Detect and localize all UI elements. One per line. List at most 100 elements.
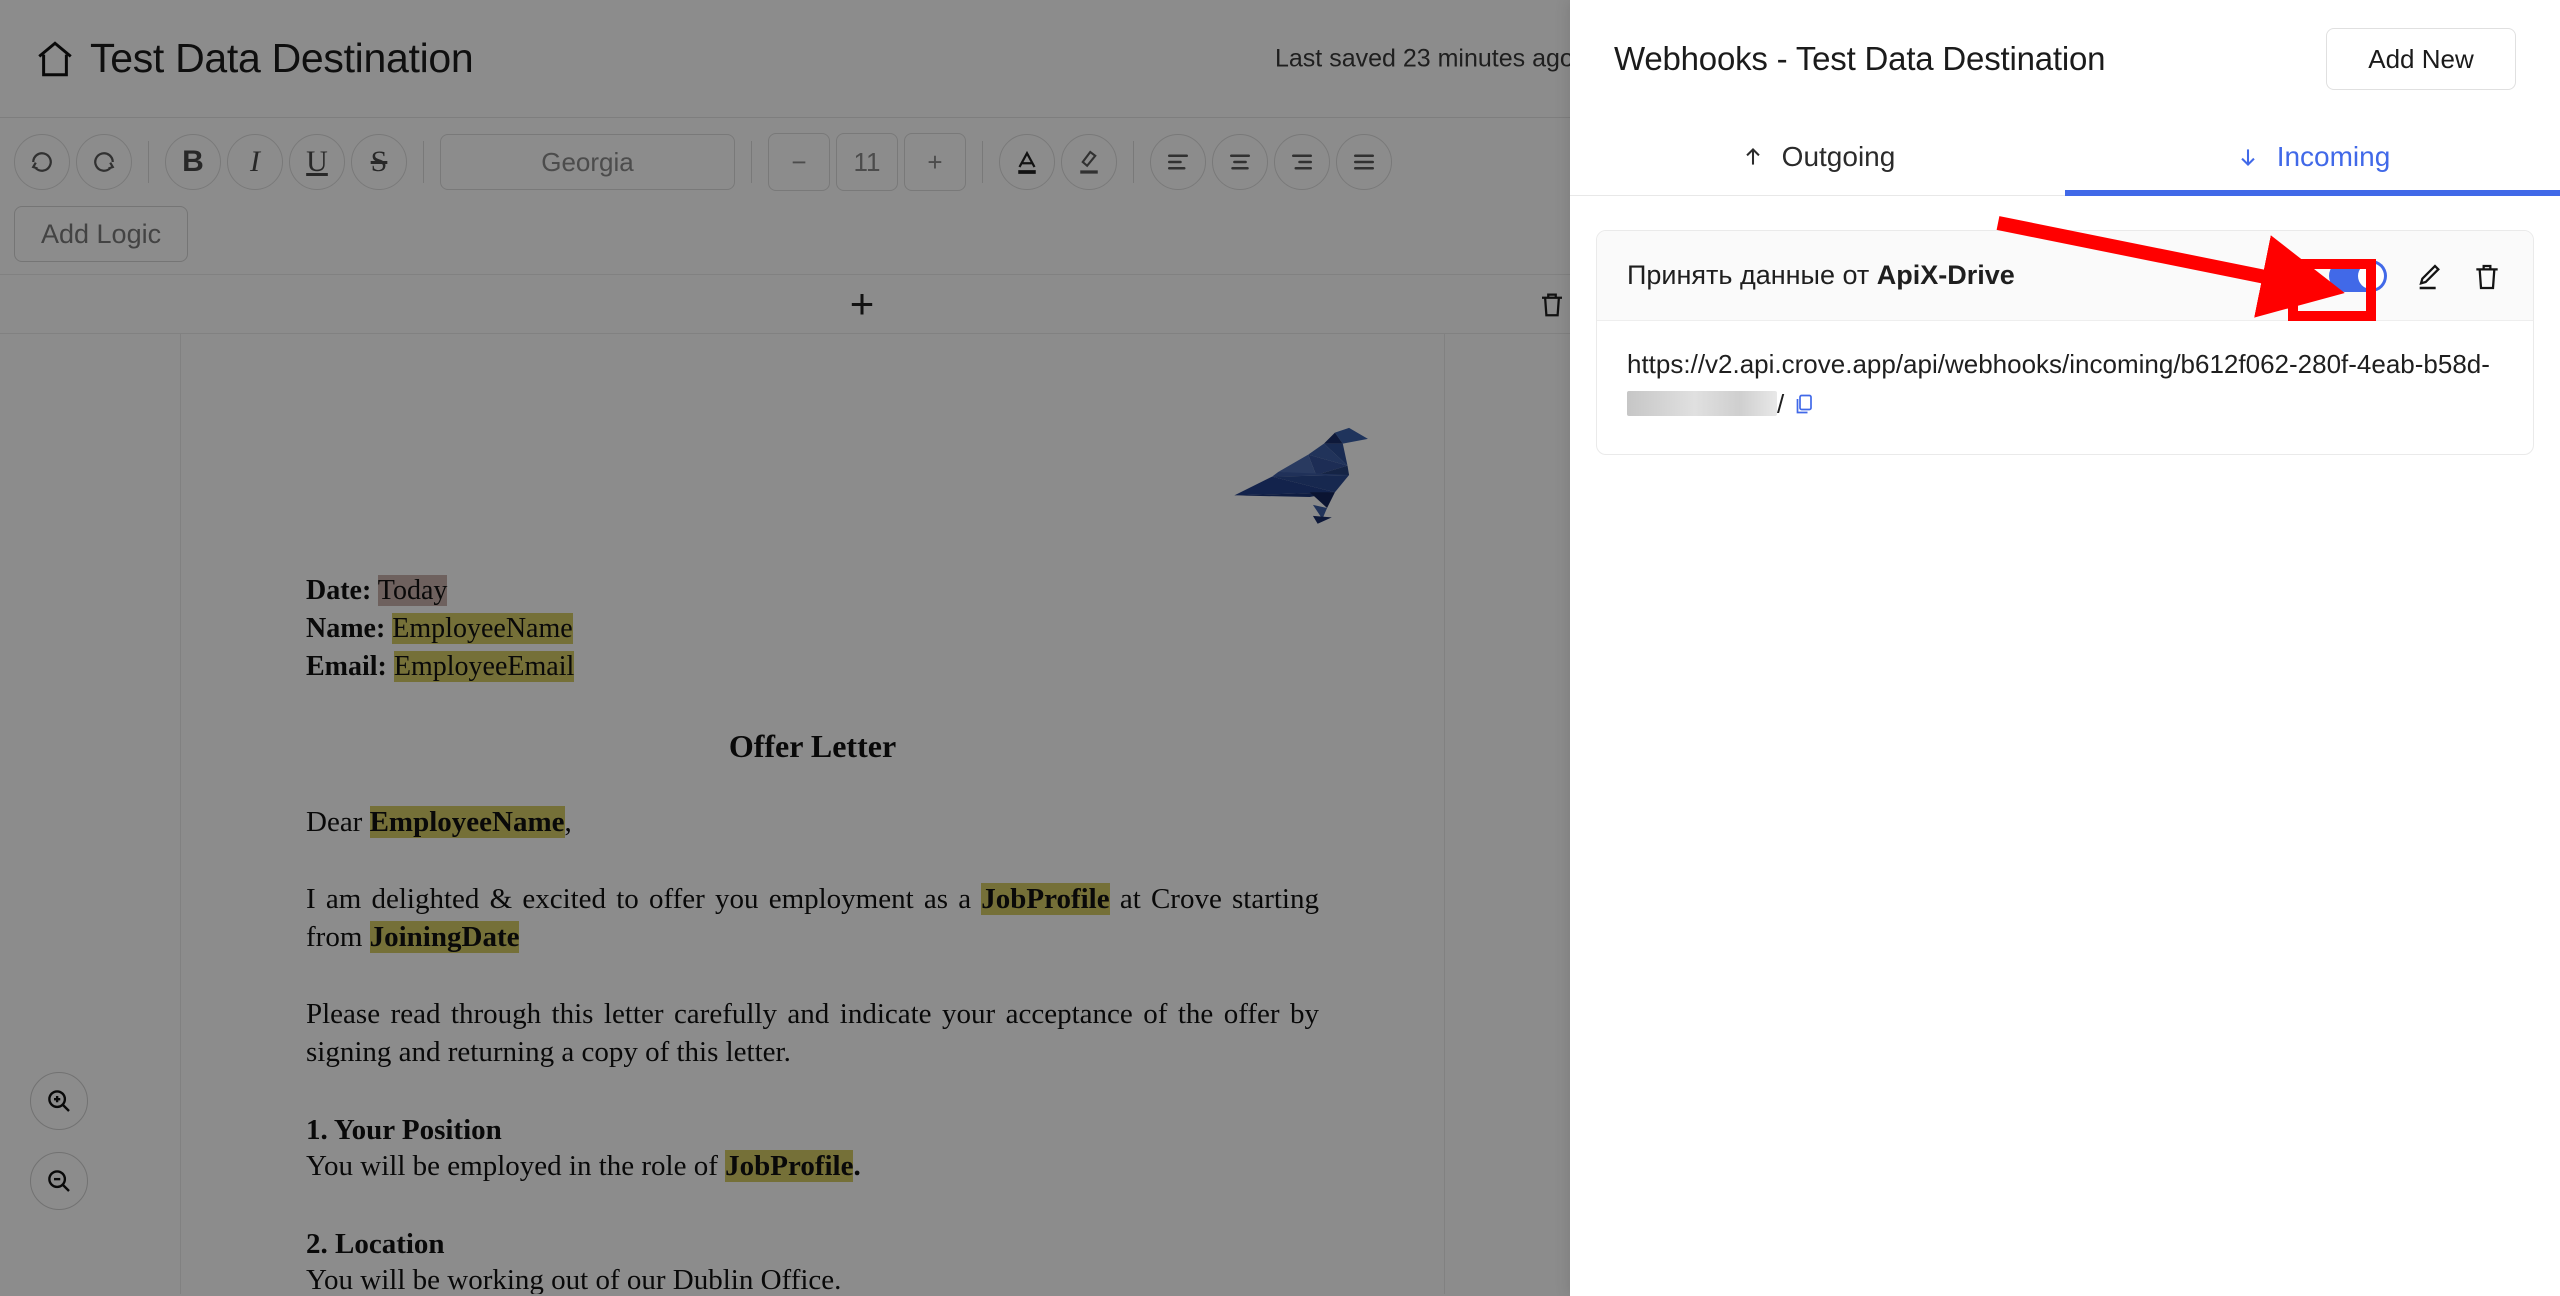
align-justify-icon (1354, 154, 1374, 170)
section-heading-location: 2. Location (306, 1227, 445, 1260)
panel-title: Webhooks - Test Data Destination (1614, 40, 2106, 77)
italic-label: I (250, 145, 260, 178)
document-heading: Offer Letter (728, 728, 897, 765)
merge-field-joining-date: JoiningDate (369, 921, 520, 954)
document-editor: Test Data Destination Last saved 23 minu… (0, 0, 1570, 1296)
last-saved-status: Last saved 23 minutes ago (1275, 44, 1570, 72)
blue-bird-logo (1234, 427, 1368, 524)
font-family-select[interactable]: Georgia (440, 134, 735, 190)
position-text-a: You will be employed in the role of (306, 1150, 726, 1183)
strikethrough-button[interactable]: S (351, 134, 407, 190)
undo-icon (31, 152, 52, 172)
offer-text-a: I am delighted & excited to offer you em… (306, 882, 982, 915)
section-body-position: You will be employed in the role of JobP… (306, 1147, 1319, 1186)
arrow-down-icon (2241, 148, 2255, 166)
trash-icon[interactable] (2471, 259, 2503, 293)
webhook-name: Принять данные от ApiX-Drive (1627, 260, 2015, 291)
align-center-button[interactable] (1212, 134, 1268, 190)
arrow-up-icon (1745, 147, 1760, 165)
align-left-button[interactable] (1150, 134, 1206, 190)
merge-field-today: Today (377, 575, 448, 606)
editor-header: Test Data Destination Last saved 23 minu… (0, 0, 1570, 118)
add-logic-button[interactable]: Add Logic (14, 206, 189, 262)
position-text-b: . (853, 1150, 861, 1183)
logo-area (306, 394, 1368, 572)
tab-outgoing[interactable]: Outgoing (1570, 118, 2065, 195)
align-center-icon (1230, 154, 1250, 170)
meta-row-email: Email: EmployeeEmail (306, 648, 1319, 686)
pencil-icon[interactable] (2413, 259, 2445, 293)
copy-icon[interactable] (1792, 391, 1816, 417)
zoom-in-icon (48, 1090, 70, 1112)
webhook-list: Принять данные от ApiX-Drive https://v2.… (1570, 196, 2560, 1296)
location-text: You will be working out of our Dublin Of… (306, 1263, 842, 1294)
meta-label: Date: (306, 575, 372, 606)
salutation-prefix: Dear (306, 806, 370, 839)
plus-icon: + (927, 146, 943, 177)
meta-label: Email: (306, 651, 387, 683)
formatting-toolbar: B I U S Georgia − 11 + (0, 118, 1570, 206)
webhook-actions (2329, 259, 2503, 293)
delete-page-button[interactable] (1537, 288, 1567, 320)
add-new-button[interactable]: Add New (2326, 28, 2516, 90)
underline-label: U (306, 145, 328, 178)
merge-field-employee-name: EmployeeName (392, 613, 573, 645)
document-canvas: Date: Today Name: EmployeeName Email: Em… (0, 334, 1570, 1294)
minus-icon: − (791, 146, 807, 177)
enable-toggle[interactable] (2329, 259, 2387, 292)
align-right-icon (1292, 154, 1312, 170)
redacted-token (1627, 390, 1777, 416)
align-left-icon (1168, 154, 1188, 170)
meta-label: Name: (306, 613, 386, 645)
toolbar-divider (982, 141, 983, 183)
zoom-in-button[interactable] (30, 1072, 88, 1130)
highlight-color-button[interactable] (1061, 134, 1117, 190)
page-tools-bar: + (0, 274, 1570, 334)
webhook-url-prefix: 4eab-b58d- (2356, 349, 2490, 379)
webhook-url-line1: https://v2.api.crove.app/api/webhooks/in… (1627, 349, 2357, 379)
font-family-value: Georgia (541, 146, 634, 177)
add-page-button[interactable]: + (850, 283, 875, 325)
meta-row-name: Name: EmployeeName (306, 610, 1319, 648)
redo-button[interactable] (76, 134, 132, 190)
webhook-url[interactable]: https://v2.api.crove.app/api/webhooks/in… (1597, 321, 2533, 454)
zoom-controls (30, 1072, 88, 1210)
merge-field-employee-name: EmployeeName (369, 806, 565, 839)
align-justify-button[interactable] (1336, 134, 1392, 190)
webhooks-panel: Webhooks - Test Data Destination Add New… (1570, 0, 2560, 1296)
tab-outgoing-label: Outgoing (1781, 140, 1896, 172)
toolbar-divider (148, 141, 149, 183)
zoom-out-button[interactable] (30, 1152, 88, 1210)
acceptance-paragraph: Please read through this letter carefull… (306, 997, 1319, 1069)
webhook-url-suffix: / (1777, 388, 1785, 419)
webhook-tabs: Outgoing Incoming (1570, 118, 2560, 196)
document-page[interactable]: Date: Today Name: EmployeeName Email: Em… (180, 334, 1445, 1294)
tab-incoming[interactable]: Incoming (2065, 118, 2560, 196)
text-color-icon (1018, 150, 1036, 174)
merge-field-employee-email: EmployeeEmail (393, 651, 575, 683)
toggle-knob (2358, 262, 2384, 289)
toolbar-divider (751, 141, 752, 183)
home-icon[interactable] (34, 38, 76, 80)
toolbar-divider (1133, 141, 1134, 183)
text-color-button[interactable] (999, 134, 1055, 190)
page-title: Test Data Destination (90, 35, 474, 81)
align-right-button[interactable] (1274, 134, 1330, 190)
panel-header: Webhooks - Test Data Destination Add New (1570, 0, 2560, 118)
undo-button[interactable] (14, 134, 70, 190)
font-size-increase-button[interactable]: + (904, 133, 966, 191)
italic-button[interactable]: I (227, 134, 283, 190)
merge-field-job-profile: JobProfile (981, 882, 1110, 915)
salutation-paragraph: Dear EmployeeName, (306, 803, 1319, 842)
redo-icon (94, 152, 115, 172)
font-size-value[interactable]: 11 (836, 133, 898, 191)
offer-paragraph: I am delighted & excited to offer you em… (306, 880, 1319, 957)
font-size-decrease-button[interactable]: − (768, 133, 830, 191)
underline-button[interactable]: U (289, 134, 345, 190)
salutation-suffix: , (564, 806, 572, 839)
strikethrough-label: S (370, 145, 388, 178)
tab-incoming-label: Incoming (2276, 140, 2391, 172)
section-heading-position: 1. Your Position (306, 1114, 502, 1147)
highlight-icon (1080, 150, 1098, 174)
bold-button[interactable]: B (165, 134, 221, 190)
